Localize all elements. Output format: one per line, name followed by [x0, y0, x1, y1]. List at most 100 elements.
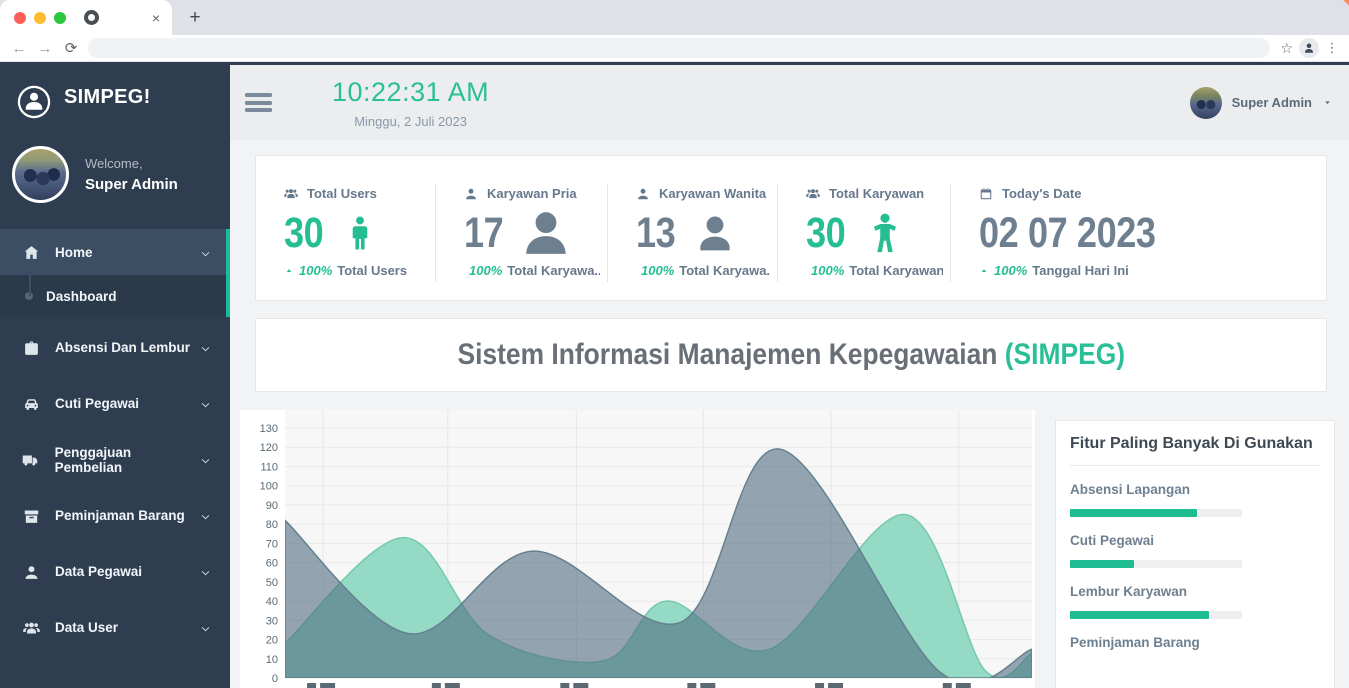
user-icon: [636, 187, 650, 201]
caret-up-icon: [284, 266, 294, 276]
x-tick-label-clipped: [560, 683, 569, 688]
feature-absensi-lapangan: Absensi Lapangan: [1070, 482, 1320, 517]
person-icon: [693, 211, 737, 255]
tab-close-icon[interactable]: ×: [152, 11, 160, 25]
y-tick-label: 0: [272, 673, 278, 685]
progress-track: [1070, 560, 1242, 568]
y-tick-label: 70: [266, 538, 278, 550]
brand[interactable]: SIMPEG!: [0, 65, 230, 129]
sidebar-user-panel: Welcome, Super Admin: [0, 135, 230, 205]
feature-label: Peminjaman Barang: [1070, 635, 1320, 650]
users-icon: [806, 187, 820, 201]
sidebar-item-label: Cuti Pegawai: [55, 396, 139, 411]
archive-icon: [22, 506, 40, 526]
new-tab-button[interactable]: +: [182, 5, 208, 31]
sidebar-item-label: Peminjaman Barang: [55, 508, 185, 523]
avatar: [12, 146, 69, 203]
sidebar-item-home[interactable]: Home: [0, 229, 230, 275]
bookmark-star-icon[interactable]: ☆: [1280, 40, 1293, 57]
sidebar-item-cuti-pegawai[interactable]: Cuti Pegawai: [0, 378, 230, 429]
browser-tab[interactable]: ×: [0, 0, 172, 35]
stat-today-s-date: Today's Date 02 07 2023 100% Tanggal Har…: [951, 156, 1326, 300]
clock: 10:22:31 AM: [332, 77, 489, 108]
y-tick-label: 30: [266, 615, 278, 627]
x-tick-label-clipped: [956, 683, 971, 688]
stat-label: Total Karyawan: [829, 186, 924, 201]
x-tick-label-clipped: [573, 683, 588, 688]
sidebar-item-peminjaman-barang[interactable]: Peminjaman Barang: [0, 490, 230, 541]
user-icon: [22, 562, 40, 582]
feature-cuti-pegawai: Cuti Pegawai: [1070, 533, 1320, 568]
user-icon: [464, 187, 478, 201]
sidebar: SIMPEG! Welcome, Super Admin Home Dashbo…: [0, 65, 230, 688]
stat-label: Karyawan Pria: [487, 186, 577, 201]
sidebar-item-label: Data Pegawai: [55, 564, 142, 579]
sidebar-group-data-pegawai: Data Pegawai: [0, 546, 230, 597]
reload-icon[interactable]: ⟳: [58, 39, 84, 57]
stat-karyawan-wanita: Karyawan Wanita 13 100% Total Karyawa...: [608, 156, 778, 300]
app-logo-icon: [16, 79, 52, 115]
sidebar-item-absensi-dan-lembur[interactable]: Absensi Dan Lembur: [0, 322, 230, 373]
tab-favicon-icon: [84, 10, 99, 25]
y-tick-label: 80: [266, 519, 278, 531]
home-icon: [22, 242, 40, 262]
header-date: Minggu, 2 Juli 2023: [332, 114, 489, 129]
sidebar-group-absensi-dan-lembur: Absensi Dan Lembur: [0, 322, 230, 373]
page-title: Sistem Informasi Manajemen Kepegawaian (…: [457, 338, 1125, 372]
stat-trend: 100%: [641, 263, 674, 278]
x-tick-label-clipped: [320, 683, 335, 688]
window-minimize-button[interactable]: [34, 12, 46, 24]
chevron-down-icon: [199, 620, 212, 635]
sidebar-item-penggajuan-pembelian[interactable]: Penggajuan Pembelian: [0, 434, 230, 485]
users-icon: [22, 618, 40, 638]
progress-fill: [1070, 560, 1134, 568]
stat-trend: 100%: [299, 263, 332, 278]
bust-icon: [521, 208, 571, 258]
x-tick-label-clipped: [828, 683, 843, 688]
stat-label: Karyawan Wanita: [659, 186, 766, 201]
stat-value: 30: [806, 209, 845, 258]
sidebar-username: Super Admin: [85, 176, 178, 193]
topbar-username: Super Admin: [1232, 95, 1312, 110]
x-tick-label-clipped: [307, 683, 316, 688]
browser-profile-icon[interactable]: [1299, 38, 1319, 58]
sidebar-group-home: Home Dashboard: [0, 229, 230, 317]
forward-icon[interactable]: →: [32, 40, 58, 57]
sidebar-item-data-user[interactable]: Data User: [0, 602, 230, 653]
stat-karyawan-pria: Karyawan Pria 17 100% Total Karyawa...: [436, 156, 608, 300]
caret-down-icon: [1322, 97, 1333, 109]
x-tick-label-clipped: [815, 683, 824, 688]
chevron-down-icon: [199, 564, 212, 579]
child-icon: [863, 211, 907, 255]
browser-menu-icon[interactable]: ⋮: [1325, 40, 1339, 56]
stat-value: 17: [464, 209, 503, 258]
usage-area-chart: 0102030405060708090100110120130: [240, 410, 1035, 688]
features-title: Fitur Paling Banyak Di Gunakan: [1070, 435, 1320, 453]
browser-navbar: ← → ⟳ ☆ ⋮: [0, 35, 1349, 62]
briefcase-icon: [22, 338, 40, 358]
sidebar-item-data-pegawai[interactable]: Data Pegawai: [0, 546, 230, 597]
truck-icon: [22, 450, 40, 470]
sidebar-item-label: Home: [55, 245, 93, 260]
hamburger-menu-icon[interactable]: [245, 90, 272, 116]
user-dropdown[interactable]: Super Admin: [1190, 87, 1333, 119]
y-tick-label: 100: [260, 481, 278, 493]
chevron-down-icon: [199, 396, 212, 411]
feature-label: Lembur Karyawan: [1070, 584, 1320, 599]
window-zoom-button[interactable]: [54, 12, 66, 24]
address-bar[interactable]: [88, 38, 1270, 58]
sidebar-subitem-label: Dashboard: [46, 289, 117, 304]
banner-card: Sistem Informasi Manajemen Kepegawaian (…: [255, 318, 1327, 392]
progress-track: [1070, 509, 1242, 517]
brand-name: SIMPEG!: [64, 86, 151, 109]
sidebar-subitem-dashboard[interactable]: Dashboard: [0, 275, 230, 317]
stat-value: 02 07 2023: [979, 209, 1156, 258]
y-tick-label: 110: [260, 461, 278, 473]
car-icon: [22, 394, 40, 414]
stat-trend-label: Total Users: [337, 263, 407, 278]
y-tick-label: 10: [266, 654, 278, 666]
window-close-button[interactable]: [14, 12, 26, 24]
sidebar-group-penggajuan-pembelian: Penggajuan Pembelian: [0, 434, 230, 485]
back-icon[interactable]: ←: [6, 40, 32, 57]
sidebar-menu: Home Dashboard Absensi Dan Lembur Cuti P…: [0, 229, 230, 653]
